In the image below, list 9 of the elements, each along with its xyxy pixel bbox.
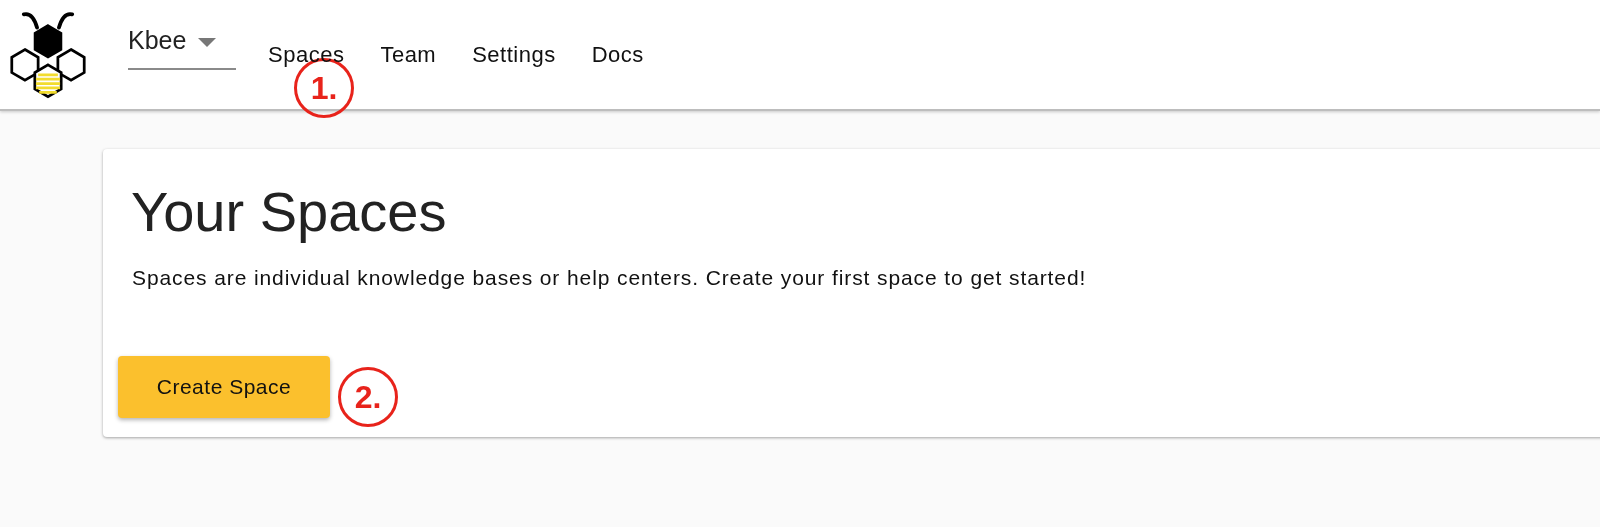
step-marker: 2. [338,367,398,427]
description-text: Spaces are individual knowledge bases or help centers. Create your first space to get started! [132,266,1088,290]
caret-icon [198,37,217,48]
nav-link[interactable]: Settings [454,41,574,68]
create-space-button[interactable]: Create Space [118,356,330,418]
nav-link[interactable]: Docs [573,41,662,68]
page-title: Your Spaces [131,179,448,244]
nav-link[interactable]: Team [362,41,455,68]
space-select[interactable]: Kbee [128,25,236,70]
